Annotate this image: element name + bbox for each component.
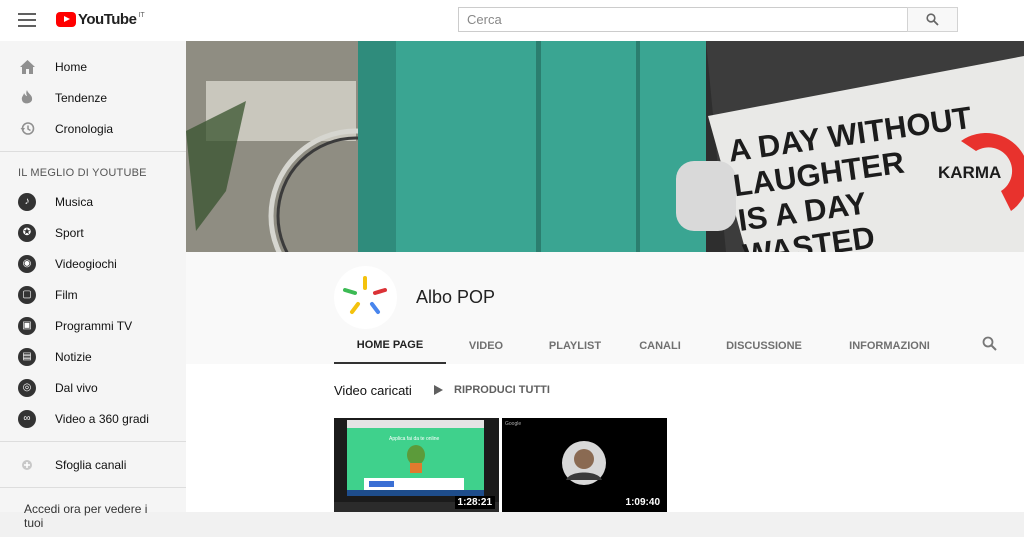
- add-circle-icon: [18, 456, 36, 474]
- sidebar-item-label: Programmi TV: [55, 318, 133, 333]
- video-thumbnail[interactable]: Google 1:09:40: [502, 418, 667, 512]
- flame-icon: [18, 89, 36, 107]
- youtube-logo[interactable]: YouTube IT: [56, 11, 145, 28]
- sidebar-item-label: Film: [55, 287, 78, 302]
- tab-playlist[interactable]: PLAYLIST: [526, 328, 624, 364]
- sidebar-item-browse-channels[interactable]: Sfoglia canali: [0, 449, 186, 480]
- sidebar-item-gaming[interactable]: ◉ Videogiochi: [0, 248, 186, 279]
- karma-text: KARMA: [938, 163, 1001, 182]
- tab-about[interactable]: INFORMAZIONI: [832, 328, 947, 364]
- channel-header: Albo POP HOME PAGE VIDEO PLAYLIST CANALI…: [186, 252, 1024, 364]
- video-thumbnail[interactable]: Applica fai da te online 1:28:21: [334, 418, 499, 512]
- sidebar-item-label: Sport: [55, 225, 84, 240]
- sidebar-item-label: Home: [55, 59, 88, 74]
- film-icon: ▢: [18, 285, 36, 304]
- youtube-play-icon: [56, 12, 76, 27]
- vr-icon: ∞: [18, 409, 36, 428]
- tab-video[interactable]: VIDEO: [446, 328, 526, 364]
- search-button[interactable]: [907, 7, 958, 32]
- channel-content: Video caricati RIPRODUCI TUTTI Applica f…: [186, 364, 1024, 512]
- history-icon: [18, 120, 36, 138]
- sidebar-item-label: Cronologia: [55, 121, 114, 136]
- signin-prompt: Accedi ora per vedere i tuoi: [24, 502, 148, 530]
- sidebar-item-label: Video a 360 gradi: [55, 411, 149, 426]
- sidebar-item-news[interactable]: ▤ Notizie: [0, 341, 186, 372]
- tab-channels[interactable]: CANALI: [624, 328, 696, 364]
- channel-banner: A DAY WITHOUT LAUGHTER IS A DAY WASTED K…: [186, 41, 1024, 252]
- divider: [0, 441, 186, 442]
- section-title: IL MEGLIO DI YOUTUBE: [18, 167, 147, 179]
- shelf-title[interactable]: Video caricati: [334, 383, 412, 398]
- sidebar-item-live[interactable]: ◎ Dal vivo: [0, 372, 186, 403]
- sidebar-item-sport[interactable]: ✪ Sport: [0, 217, 186, 248]
- sidebar-item-home[interactable]: Home: [0, 51, 186, 82]
- channel-name: Albo POP: [416, 287, 496, 307]
- sidebar-item-label: Notizie: [55, 349, 92, 364]
- home-icon: [18, 58, 36, 76]
- top-bar: YouTube IT Cerca: [0, 0, 1024, 41]
- news-icon: ▤: [18, 347, 36, 366]
- channel-tabs: HOME PAGE VIDEO PLAYLIST CANALI DISCUSSI…: [334, 328, 947, 364]
- sidebar-item-label: Tendenze: [55, 90, 108, 105]
- music-icon: ♪: [18, 192, 36, 211]
- play-all-label: RIPRODUCI TUTTI: [454, 384, 550, 396]
- live-icon: ◎: [18, 378, 36, 397]
- banner-art: A DAY WITHOUT LAUGHTER IS A DAY WASTED K…: [186, 41, 1024, 252]
- sidebar-item-label: Dal vivo: [55, 380, 98, 395]
- play-all-button[interactable]: RIPRODUCI TUTTI: [434, 384, 550, 396]
- logo-country: IT: [138, 12, 145, 19]
- sidebar: Home Tendenze Cronologia IL MEGLIO DI YO…: [0, 41, 186, 530]
- search-icon: [982, 336, 997, 351]
- sport-icon: ✪: [18, 223, 36, 242]
- sidebar-item-trending[interactable]: Tendenze: [0, 82, 186, 113]
- sidebar-item-history[interactable]: Cronologia: [0, 113, 186, 144]
- sidebar-item-tv[interactable]: ▣ Programmi TV: [0, 310, 186, 341]
- sidebar-item-film[interactable]: ▢ Film: [0, 279, 186, 310]
- divider: [0, 487, 186, 488]
- thumbnail-caption: Applica fai da te online: [389, 436, 440, 442]
- channel-search-button[interactable]: [982, 336, 997, 356]
- sidebar-item-label: Videogiochi: [55, 256, 117, 271]
- channel-logo-icon: [343, 276, 387, 314]
- sidebar-item-label: Musica: [55, 194, 94, 209]
- gaming-icon: ◉: [18, 254, 36, 273]
- play-icon: [434, 385, 443, 395]
- tab-home[interactable]: HOME PAGE: [334, 328, 446, 364]
- divider: [0, 151, 186, 152]
- tv-icon: ▣: [18, 316, 36, 335]
- search-input[interactable]: Cerca: [458, 7, 908, 32]
- tab-discussion[interactable]: DISCUSSIONE: [696, 328, 832, 364]
- sidebar-item-label: Sfoglia canali: [55, 457, 127, 472]
- search-icon: [926, 13, 939, 26]
- logo-text: YouTube: [78, 11, 137, 28]
- thumbnail-caption: Google: [505, 421, 521, 427]
- sidebar-item-360[interactable]: ∞ Video a 360 gradi: [0, 403, 186, 434]
- video-duration: 1:09:40: [622, 496, 663, 509]
- sidebar-item-music[interactable]: ♪ Musica: [0, 186, 186, 217]
- channel-avatar[interactable]: [334, 266, 397, 329]
- menu-icon[interactable]: [18, 13, 36, 27]
- video-duration: 1:28:21: [454, 496, 495, 509]
